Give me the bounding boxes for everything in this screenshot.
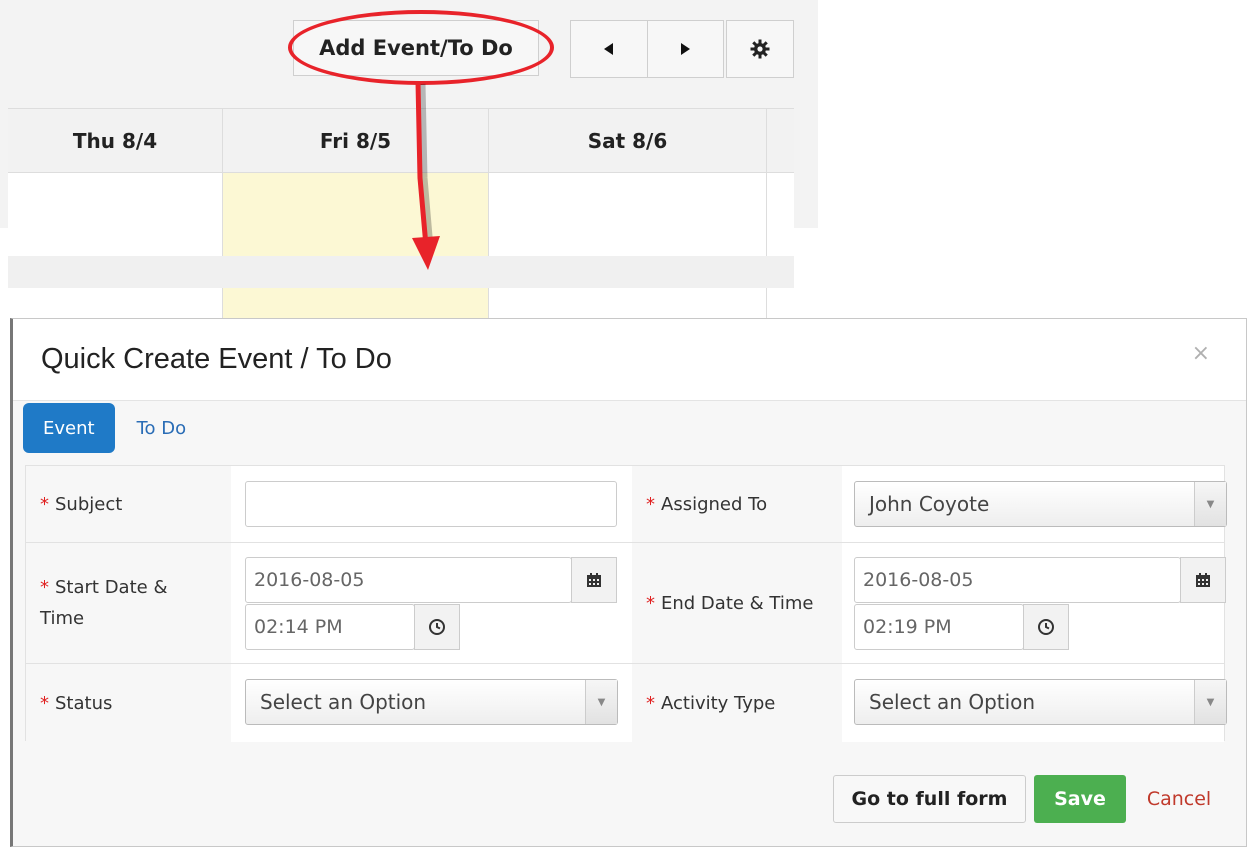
start-time-picker-button[interactable] [414,604,460,650]
day-header-thu: Thu 8/4 [8,109,223,172]
clock-icon [429,619,445,635]
tab-event[interactable]: Event [23,403,115,453]
day-header-sat: Sat 8/6 [489,109,767,172]
settings-button[interactable] [726,20,794,78]
activity-type-label-text: Activity Type [661,692,776,714]
activity-type-value: Select an Option [869,690,1036,714]
day-header-label: Fri 8/5 [319,128,392,153]
assigned-to-label-text: Assigned To [661,493,768,515]
next-button[interactable] [646,21,724,77]
required-marker: * [40,493,49,515]
cancel-link[interactable]: Cancel [1139,775,1219,823]
subject-input[interactable] [245,481,617,527]
scrollbar-gutter [767,173,794,257]
assigned-to-cell: John Coyote ▼ [842,466,1227,542]
calendar-time-grid [8,288,794,318]
end-datetime-label: * End Date & Time [632,543,842,663]
time-cell-thu[interactable] [8,288,223,318]
subject-cell [231,466,632,542]
time-cell-sat[interactable] [489,288,767,318]
start-date-picker-button[interactable] [571,557,617,603]
activity-type-select[interactable]: Select an Option ▼ [854,679,1227,725]
go-to-full-form-button[interactable]: Go to full form [833,775,1026,823]
annotation-ellipse [288,10,554,85]
save-button[interactable]: Save [1034,775,1126,823]
day-header-label: Sat 8/6 [587,128,668,153]
status-cell: Select an Option ▼ [231,664,632,742]
scrollbar-gutter [767,109,794,172]
end-label-text: End Date & Time [661,592,814,614]
tab-label: Event [43,417,95,439]
chevron-down-icon: ▼ [585,680,617,724]
start-datetime-cell: 2016-08-05 02:14 PM [231,543,632,663]
calendar-icon [1196,573,1210,587]
start-label-line1: Start Date & [55,577,168,598]
required-marker: * [646,692,655,714]
required-marker: * [40,577,49,598]
assigned-to-select[interactable]: John Coyote ▼ [854,481,1227,527]
required-marker: * [646,493,655,515]
modal-tabs: Event To Do [23,403,208,453]
subject-label: * Subject [26,466,231,542]
status-label-text: Status [55,692,113,714]
status-label: * Status [26,664,231,742]
start-datetime-label: * Start Date & Time [26,543,231,663]
calendar-icon [587,573,601,587]
end-time-input[interactable]: 02:19 PM [854,604,1024,650]
calendar-nav-group [570,20,724,78]
status-value: Select an Option [260,690,427,714]
chevron-down-icon: ▼ [1194,680,1226,724]
subject-label-text: Subject [55,493,123,515]
chevron-left-icon [603,43,613,55]
chevron-down-icon: ▼ [1194,482,1226,526]
end-date-picker-button[interactable] [1180,557,1226,603]
assigned-to-label: * Assigned To [632,466,842,542]
start-time-input[interactable]: 02:14 PM [245,604,415,650]
start-label-line2: Time [40,608,85,629]
assigned-to-value: John Coyote [869,492,990,516]
prev-button[interactable] [571,21,647,77]
activity-type-label: * Activity Type [632,664,842,742]
gear-icon [750,39,770,59]
day-cell-thu[interactable] [8,173,223,257]
activity-type-cell: Select an Option ▼ [842,664,1227,742]
end-time-picker-button[interactable] [1023,604,1069,650]
form-row-subject: * Subject * Assigned To John Coyote ▼ [26,466,1227,543]
required-marker: * [40,692,49,714]
end-datetime-cell: 2016-08-05 02:19 PM [842,543,1226,663]
required-marker: * [646,592,655,614]
tab-label: To Do [136,417,187,439]
end-date-input[interactable]: 2016-08-05 [854,557,1181,603]
quick-create-modal: Quick Create Event / To Do × Event To Do… [10,318,1247,847]
close-icon[interactable]: × [1192,341,1210,366]
form-row-dates: * Start Date & Time 2016-08-05 02:14 PM … [26,543,1226,664]
tab-todo[interactable]: To Do [117,403,207,453]
form-row-status: * Status Select an Option ▼ * Activity T… [26,664,1227,742]
chevron-right-icon [681,43,691,55]
day-cell-sat[interactable] [489,173,767,257]
modal-header: Quick Create Event / To Do × [13,319,1246,401]
quick-create-form: * Subject * Assigned To John Coyote ▼ * … [25,465,1227,742]
clock-icon [1038,619,1054,635]
start-date-input[interactable]: 2016-08-05 [245,557,572,603]
modal-title: Quick Create Event / To Do [41,343,392,375]
time-cell-fri[interactable] [223,288,489,318]
status-select[interactable]: Select an Option ▼ [245,679,618,725]
annotation-arrow [412,81,440,270]
day-header-label: Thu 8/4 [72,128,158,153]
